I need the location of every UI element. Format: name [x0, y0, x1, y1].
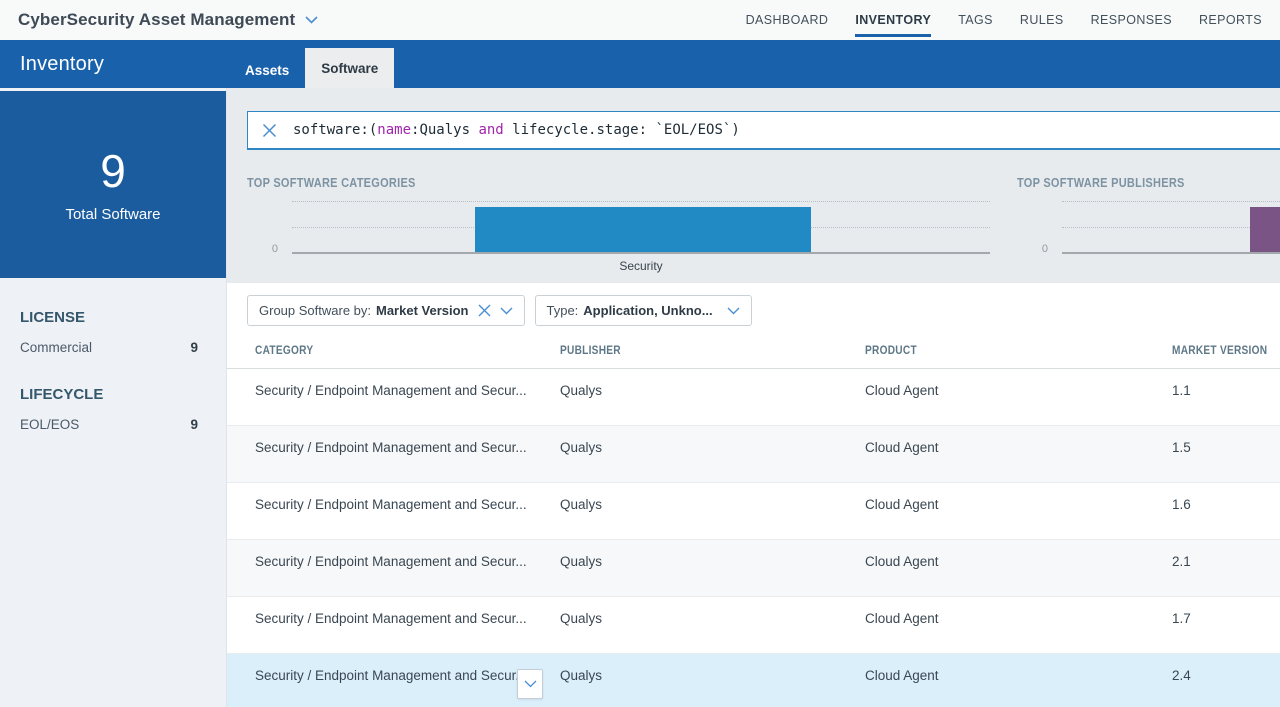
y-axis-zero-label: 0	[247, 244, 292, 254]
results-section: Group Software by: Market Version Type: …	[227, 283, 1280, 707]
cell-publisher: Qualys	[560, 440, 865, 482]
expand-row-button[interactable]	[517, 669, 543, 699]
nav-inventory[interactable]: INVENTORY	[855, 3, 931, 37]
content: software:(name:Qualys and lifecycle.stag…	[227, 88, 1280, 707]
query-search-input[interactable]: software:(name:Qualys and lifecycle.stag…	[247, 111, 1280, 150]
top-navigation: DASHBOARD INVENTORY TAGS RULES RESPONSES…	[746, 3, 1262, 37]
chart-title: TOP SOFTWARE PUBLISHERS	[1017, 176, 1185, 190]
table-row[interactable]: Security / Endpoint Management and Secur…	[227, 369, 1280, 426]
gridline-10	[292, 201, 990, 202]
cell-category: Security / Endpoint Management and Secur…	[255, 383, 560, 425]
search-charts-strip: software:(name:Qualys and lifecycle.stag…	[227, 88, 1280, 283]
table-header: CATEGORY PUBLISHER PRODUCT MARKET VERSIO…	[227, 331, 1280, 369]
cell-product: Cloud Agent	[865, 440, 1172, 482]
nav-dashboard[interactable]: DASHBOARD	[746, 3, 829, 37]
table-row[interactable]: Security / Endpoint Management and Secur…	[227, 597, 1280, 654]
cell-category: Security / Endpoint Management and Secur…	[255, 668, 560, 707]
col-category[interactable]: CATEGORY	[255, 345, 313, 357]
chart-title: TOP SOFTWARE CATEGORIES	[247, 176, 416, 190]
facet-label: EOL/EOS	[20, 417, 79, 432]
top-software-publishers-chart: TOP SOFTWARE PUBLISHERS 0	[1017, 174, 1280, 254]
cell-category: Security / Endpoint Management and Secur…	[255, 554, 560, 596]
chevron-down-icon[interactable]	[727, 307, 740, 315]
nav-tags[interactable]: TAGS	[958, 3, 993, 37]
cell-product: Cloud Agent	[865, 668, 1172, 707]
cell-market-version: 1.6	[1172, 497, 1280, 539]
facet-count: 9	[190, 417, 198, 432]
cell-market-version: 2.1	[1172, 554, 1280, 596]
page-title: Inventory	[20, 53, 104, 76]
page-header: Inventory Assets Software	[0, 40, 1280, 88]
sidebar-facets: LICENSE Commercial 9 LIFECYCLE EOL/EOS 9	[0, 309, 226, 432]
total-software-label: Total Software	[65, 206, 160, 223]
sidebar-item-eol-eos[interactable]: EOL/EOS 9	[20, 417, 198, 432]
top-software-categories-chart: TOP SOFTWARE CATEGORIES 0 Security	[247, 174, 1010, 273]
bar-security[interactable]	[475, 207, 811, 252]
app-title: CyberSecurity Asset Management	[18, 10, 295, 30]
cell-publisher: Qualys	[560, 554, 865, 596]
nav-reports[interactable]: REPORTS	[1199, 3, 1262, 37]
cell-product: Cloud Agent	[865, 497, 1172, 539]
chevron-down-icon[interactable]	[500, 307, 513, 315]
chevron-down-icon	[305, 16, 318, 24]
cell-market-version: 1.1	[1172, 383, 1280, 425]
type-filter-chip[interactable]: Type: Application, Unkno...	[535, 295, 752, 326]
app-switcher[interactable]: CyberSecurity Asset Management	[18, 10, 318, 30]
cell-publisher: Qualys	[560, 668, 865, 707]
facet-count: 9	[190, 340, 198, 355]
license-section-title: LICENSE	[20, 309, 198, 326]
col-product[interactable]: PRODUCT	[865, 345, 917, 357]
col-publisher[interactable]: PUBLISHER	[560, 345, 621, 357]
cell-product: Cloud Agent	[865, 383, 1172, 425]
total-software-summary: 9 Total Software	[0, 91, 226, 278]
cell-market-version: 1.5	[1172, 440, 1280, 482]
gridline-5	[1062, 227, 1280, 228]
cell-product: Cloud Agent	[865, 611, 1172, 653]
cell-category: Security / Endpoint Management and Secur…	[255, 611, 560, 653]
col-market-version[interactable]: MARKET VERSION	[1172, 345, 1267, 357]
plot-area	[1062, 201, 1280, 254]
cell-category: Security / Endpoint Management and Secur…	[255, 497, 560, 539]
table-row[interactable]: Security / Endpoint Management and Secur…	[227, 426, 1280, 483]
sidebar-item-commercial[interactable]: Commercial 9	[20, 340, 198, 355]
table-row[interactable]: Security / Endpoint Management and Secur…	[227, 540, 1280, 597]
plot-area	[292, 201, 990, 254]
cell-market-version: 2.4	[1172, 668, 1280, 707]
nav-responses[interactable]: RESPONSES	[1091, 3, 1172, 37]
query-text: software:(name:Qualys and lifecycle.stag…	[293, 122, 740, 138]
cell-market-version: 1.7	[1172, 611, 1280, 653]
top-bar: CyberSecurity Asset Management DASHBOARD…	[0, 0, 1280, 40]
main-area: 9 Total Software LICENSE Commercial 9 LI…	[0, 88, 1280, 707]
cell-publisher: Qualys	[560, 611, 865, 653]
group-software-by-chip[interactable]: Group Software by: Market Version	[247, 295, 525, 326]
cell-publisher: Qualys	[560, 497, 865, 539]
table-row-selected[interactable]: Security / Endpoint Management and Secur…	[227, 654, 1280, 707]
nav-rules[interactable]: RULES	[1020, 3, 1064, 37]
x-axis-label: Security	[292, 259, 990, 273]
y-axis-zero-label: 0	[1017, 244, 1062, 254]
cell-product: Cloud Agent	[865, 554, 1172, 596]
lifecycle-section-title: LIFECYCLE	[20, 386, 198, 403]
filter-chips: Group Software by: Market Version Type: …	[227, 283, 1280, 326]
chevron-down-icon	[524, 680, 537, 688]
sidebar: 9 Total Software LICENSE Commercial 9 LI…	[0, 88, 227, 707]
remove-group-by-icon[interactable]	[478, 304, 491, 317]
chip-value: Application, Unkno...	[583, 303, 712, 318]
chip-prefix: Type:	[547, 303, 579, 318]
facet-label: Commercial	[20, 340, 92, 355]
cell-category: Security / Endpoint Management and Secur…	[255, 440, 560, 482]
bar-publisher[interactable]	[1250, 207, 1280, 252]
header-tabs: Assets Software	[229, 48, 394, 88]
total-software-count: 9	[100, 146, 126, 197]
table-row[interactable]: Security / Endpoint Management and Secur…	[227, 483, 1280, 540]
clear-search-icon[interactable]	[262, 123, 277, 138]
chip-value: Market Version	[376, 303, 469, 318]
tab-assets[interactable]: Assets	[229, 53, 305, 88]
tab-software[interactable]: Software	[305, 48, 394, 88]
gridline-10	[1062, 201, 1280, 202]
cell-publisher: Qualys	[560, 383, 865, 425]
chip-prefix: Group Software by:	[259, 303, 371, 318]
